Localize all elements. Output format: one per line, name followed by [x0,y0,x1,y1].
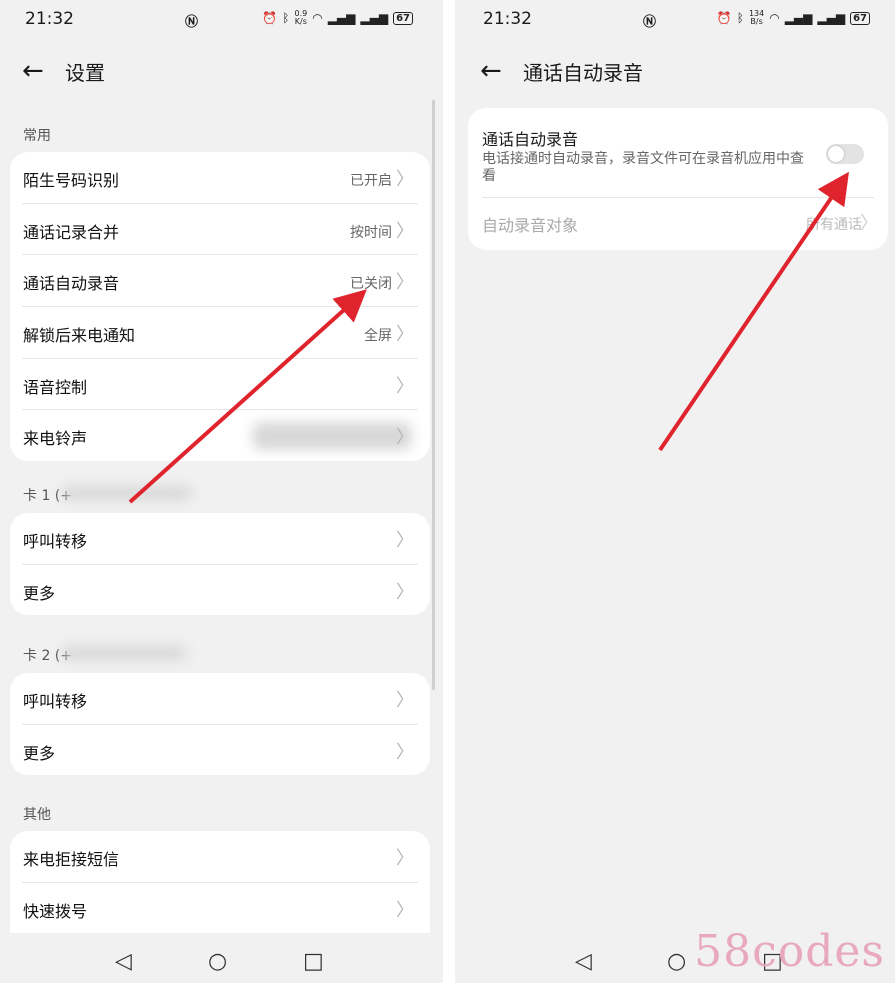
list-item[interactable]: 呼叫转移 〉 [22,673,418,725]
card-sim2: 呼叫转移〉 更多〉 [10,673,430,776]
signal-icon: ▂▄▆ [327,11,356,25]
chevron-right-icon: 〉 [396,741,414,763]
card-other: 来电拒接短信〉 快速拨号〉 [10,831,430,934]
item-label: 语音控制 [23,377,88,397]
nfc-icon: Ⓝ [643,15,657,30]
item-label: 来电铃声 [23,429,88,449]
list-item[interactable]: 通话自动录音 已关闭〉 [22,255,418,308]
status-time: 21:32 [25,9,74,29]
record-target-label[interactable]: 自动录音对象 [482,212,578,236]
chevron-right-icon: 〉 [396,169,414,190]
page-title: 通话自动录音 [523,60,643,85]
item-label: 陌生号码识别 [23,171,120,190]
bluetooth-icon: ᛒ [282,11,290,25]
chevron-right-icon: 〉 [396,530,414,551]
status-icons: ⏰ ᛒ 0.9 K/s ◠ ▂▄▆ ▂▄▆ 67 [262,10,413,26]
signal-icon-2: ▂▄▆ [817,11,846,25]
battery-icon: 67 [393,11,413,25]
status-bar: 21:32 Ⓝ ⏰ ᛒ 0.9 K/s ◠ ▂▄▆ ▂▄▆ 67 [0,0,443,40]
divider [482,197,874,198]
list-item[interactable]: 呼叫转移 〉 [22,513,418,565]
bluetooth-icon: ᛒ [736,11,744,25]
chevron-right-icon: 〉 [396,581,414,603]
net-speed-unit: K/s [294,17,307,26]
chevron-right-icon: 〉 [396,324,414,346]
chevron-right-icon: 〉 [860,213,878,234]
alarm-icon: ⏰ [716,11,732,25]
setting-description: 电话接通时自动录音，录音文件可在录音机应用中查看 [482,151,804,184]
status-time: 21:32 [483,9,532,29]
item-label: 通话记录合并 [23,222,120,242]
navigation-bar: ◁ ○ □ [0,941,443,983]
signal-icon: ▂▄▆ [784,11,813,25]
net-speed: 0.9 K/s [294,10,307,26]
chevron-right-icon: 〉 [396,848,414,869]
setting-title: 通话自动录音 [482,130,579,149]
item-label: 来电拒接短信 [23,850,120,869]
triangle-back-icon[interactable]: ◁ [575,949,592,974]
square-recent-icon[interactable]: □ [303,949,324,974]
record-target-value: 所有通话 [806,217,862,233]
back-arrow-icon[interactable]: ← [480,58,510,84]
auto-record-toggle[interactable] [826,144,864,164]
net-speed: 134 B/s [749,10,764,26]
settings-screen: 21:32 Ⓝ ⏰ ᛒ 0.9 K/s ◠ ▂▄▆ ▂▄▆ 67 ← 设置 常用… [0,0,443,983]
alarm-icon: ⏰ [262,11,278,25]
auto-record-screen: 21:32 Ⓝ ⏰ ᛒ 134 B/s ◠ ▂▄▆ ▂▄▆ 67 ← 通话自动录… [455,0,895,983]
back-arrow-icon[interactable]: ← [22,58,52,84]
battery-icon: 67 [850,11,870,25]
circle-home-icon[interactable]: ○ [208,949,227,974]
header: ← 设置 [22,55,105,87]
toggle-knob [828,146,844,162]
list-item[interactable]: 语音控制 〉 [22,359,418,411]
card-common: 陌生号码识别 已开启〉 通话记录合并 按时间〉 通话自动录音 已关闭〉 解锁后来电通知… [10,152,430,462]
item-label: 更多 [23,583,56,603]
item-value: 全屏 [364,328,392,345]
status-bar: 21:32 Ⓝ ⏰ ᛒ 134 B/s ◠ ▂▄▆ ▂▄▆ 67 [455,0,895,40]
chevron-right-icon: 〉 [396,427,414,449]
wifi-icon: ◠ [769,11,780,25]
item-value: 已开启 [350,173,392,189]
item-label: 通话自动录音 [23,274,120,294]
list-item[interactable]: 陌生号码识别 已开启〉 [22,152,418,204]
chevron-right-icon: 〉 [396,272,414,294]
page-title: 设置 [65,60,105,85]
chevron-right-icon: 〉 [396,690,414,711]
chevron-right-icon: 〉 [396,220,414,242]
item-label: 更多 [23,743,56,763]
item-label: 呼叫转移 [23,532,88,551]
item-value: 已关闭 [350,276,392,293]
chevron-right-icon: 〉 [396,899,414,921]
item-label: 呼叫转移 [23,692,88,711]
section-title-other: 其他 [23,807,51,823]
item-label: 快速拨号 [23,901,88,921]
list-item[interactable]: 解锁后来电通知 全屏〉 [22,307,418,359]
card-sim1: 呼叫转移〉 更多〉 [10,513,430,616]
list-item[interactable]: 来电铃声 〉 [22,410,418,461]
item-value: 按时间 [350,224,392,241]
triangle-back-icon[interactable]: ◁ [115,949,132,974]
list-item[interactable]: 通话记录合并 按时间〉 [22,204,418,256]
list-item[interactable]: 来电拒接短信 〉 [22,831,418,883]
wifi-icon: ◠ [312,11,323,25]
list-item[interactable]: 更多 〉 [22,725,418,776]
scrollbar[interactable] [432,100,435,690]
list-item[interactable]: 更多 〉 [22,565,418,616]
blurred-number [62,646,187,660]
watermark: 58codes [694,926,885,977]
header: ← 通话自动录音 [480,55,643,87]
blurred-value [252,422,412,451]
chevron-right-icon: 〉 [396,375,414,397]
circle-home-icon[interactable]: ○ [667,949,686,974]
net-speed-unit: B/s [750,17,763,26]
auto-record-card: 通话自动录音 电话接通时自动录音，录音文件可在录音机应用中查看 自动录音对象 所… [468,108,888,250]
status-icons: ⏰ ᛒ 134 B/s ◠ ▂▄▆ ▂▄▆ 67 [717,10,870,26]
list-item[interactable]: 快速拨号 〉 [22,883,418,934]
item-label: 解锁后来电通知 [23,326,136,346]
signal-icon-2: ▂▄▆ [360,11,389,25]
nfc-icon: Ⓝ [185,15,199,30]
blurred-number [62,486,192,500]
section-title-common: 常用 [23,128,51,144]
